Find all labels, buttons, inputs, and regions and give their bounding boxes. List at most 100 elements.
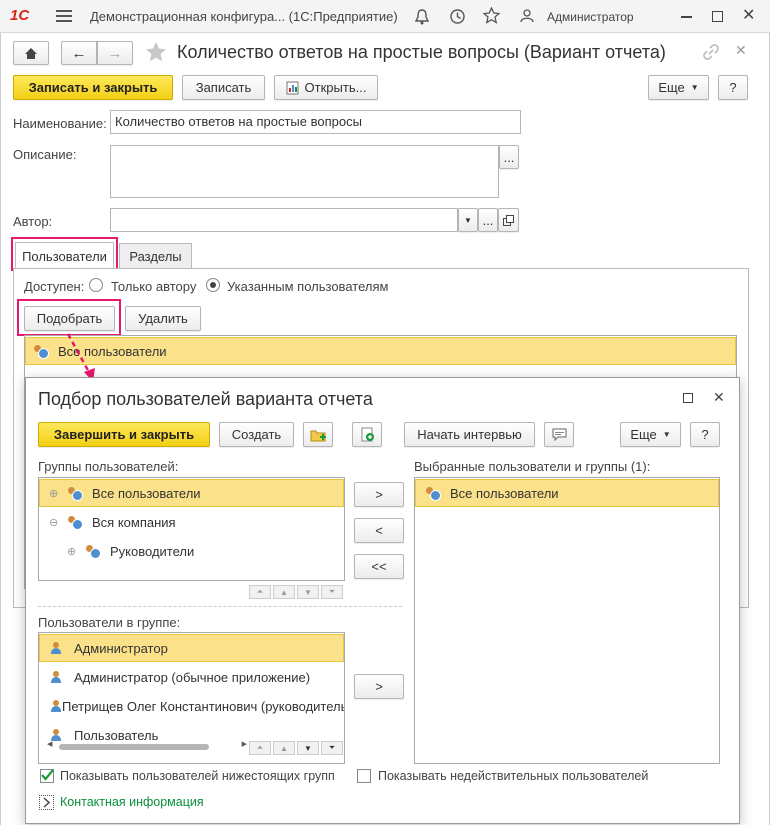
dialog-more-button[interactable]: Еще ▼ <box>620 422 681 447</box>
open-button[interactable]: Открыть... <box>274 75 378 100</box>
add-group-button[interactable]: > <box>354 482 404 507</box>
close-icon[interactable]: ✕ <box>742 8 755 24</box>
selected-list: Все пользователи <box>414 477 720 764</box>
save-and-close-button[interactable]: Записать и закрыть <box>13 75 173 100</box>
maximize-icon[interactable] <box>712 11 723 22</box>
title-bar: 1С Демонстрационная конфигура... (1С:Пре… <box>0 0 770 33</box>
description-edit-button[interactable]: ... <box>499 145 519 169</box>
dialog-help-button[interactable]: ? <box>690 422 720 447</box>
open-icon <box>503 214 514 226</box>
name-field[interactable]: Количество ответов на простые вопросы <box>110 110 521 134</box>
help-button[interactable]: ? <box>718 75 748 100</box>
remove-button[interactable]: < <box>354 518 404 543</box>
user-group-icon <box>68 516 83 530</box>
user-group-icon <box>426 487 441 501</box>
scroll-down-icon[interactable]: ▼ <box>297 585 319 599</box>
radio-specified-users[interactable] <box>206 278 220 292</box>
tree-item[interactable]: ⊕ Руководители <box>39 538 344 564</box>
scroll-up-icon[interactable]: ▲ <box>273 585 295 599</box>
favorite-star-icon[interactable] <box>145 41 167 66</box>
scroll-last-icon[interactable]: ⏷ <box>321 585 343 599</box>
folder-add-icon <box>310 430 326 441</box>
scroll-last-icon[interactable]: ⏷ <box>321 741 343 755</box>
scroll-down-icon[interactable]: ▼ <box>297 741 319 755</box>
minimize-icon[interactable] <box>681 16 692 18</box>
more-button-label: Еще <box>658 80 685 95</box>
back-button[interactable]: ← <box>61 41 97 65</box>
favorites-star-icon[interactable] <box>482 6 501 27</box>
horizontal-scrollbar[interactable]: ◀ ▶ <box>47 740 247 751</box>
list-item-label: Администратор <box>74 640 168 656</box>
author-field[interactable] <box>110 208 458 232</box>
link-icon[interactable] <box>703 44 719 63</box>
bell-icon[interactable] <box>414 8 430 28</box>
user-icon[interactable] <box>520 9 534 26</box>
radio-only-author-label[interactable]: Только автору <box>111 279 196 294</box>
tree-item[interactable]: ⊖ Вся компания <box>39 509 344 535</box>
author-select-button[interactable]: ... <box>478 208 498 232</box>
scroll-first-icon[interactable]: ⏶ <box>249 741 271 755</box>
list-item[interactable]: Все пользователи <box>25 337 736 365</box>
scroll-up-icon[interactable]: ▲ <box>273 741 295 755</box>
dropdown-arrow-icon: ▼ <box>662 430 671 439</box>
invalid-users-label[interactable]: Показывать недействительных пользователе… <box>378 769 648 783</box>
tree-item[interactable]: ⊕ Все пользователи <box>39 479 344 507</box>
dialog-close-icon[interactable]: ✕ <box>713 389 725 406</box>
menu-icon[interactable] <box>56 9 72 23</box>
description-field[interactable] <box>110 145 499 198</box>
app-logo: 1С <box>10 7 30 24</box>
save-button[interactable]: Записать <box>182 75 265 100</box>
user-group-icon <box>34 345 49 359</box>
home-button[interactable] <box>13 41 49 65</box>
form-close-icon[interactable]: ✕ <box>735 42 747 59</box>
dialog-more-button-label: Еще <box>630 427 657 442</box>
contact-info-link[interactable]: Контактная информация <box>60 795 204 809</box>
tab-sections[interactable]: Разделы <box>119 243 192 269</box>
forward-button[interactable]: → <box>97 41 133 65</box>
create-group-button[interactable] <box>303 422 333 447</box>
create-button[interactable]: Создать <box>219 422 294 447</box>
list-item[interactable]: Все пользователи <box>415 479 719 507</box>
dropdown-arrow-icon: ▼ <box>690 83 699 92</box>
history-icon[interactable] <box>449 8 466 28</box>
current-user[interactable]: Администратор <box>547 10 634 24</box>
tree-item-label: Все пользователи <box>92 485 201 501</box>
subordinate-groups-label[interactable]: Показывать пользователей нижестоящих гру… <box>60 769 335 783</box>
scroll-first-icon[interactable]: ⏶ <box>249 585 271 599</box>
remove-all-button[interactable]: << <box>354 554 404 579</box>
author-dropdown-button[interactable]: ▼ <box>458 208 478 232</box>
add-user-button[interactable]: > <box>354 674 404 699</box>
scrollbar-thumb[interactable] <box>59 744 209 750</box>
radio-only-author[interactable] <box>89 278 103 292</box>
list-item[interactable]: Администратор <box>39 634 344 662</box>
scroll-right-icon[interactable]: ▶ <box>242 740 247 748</box>
groups-label: Группы пользователей: <box>38 459 179 474</box>
comment-button[interactable] <box>544 422 574 447</box>
tab-users-highlight <box>11 237 118 271</box>
list-item[interactable]: Администратор (обычное приложение) <box>39 664 344 690</box>
collapse-icon[interactable]: ⊖ <box>49 516 61 529</box>
finish-and-close-button[interactable]: Завершить и закрыть <box>38 422 210 447</box>
list-item-label: Администратор (обычное приложение) <box>74 669 311 685</box>
list-item[interactable]: Петрищев Олег Константинович (руководите… <box>39 693 344 719</box>
report-icon <box>286 81 299 94</box>
delete-button[interactable]: Удалить <box>125 306 201 331</box>
home-icon <box>25 47 37 59</box>
user-icon <box>50 671 62 683</box>
scroll-left-icon[interactable]: ◀ <box>47 740 52 748</box>
selected-label: Выбранные пользователи и группы (1): <box>414 459 651 474</box>
dialog-maximize-icon[interactable] <box>683 393 693 403</box>
contact-info-toggle-icon[interactable] <box>39 795 54 810</box>
radio-specified-users-label[interactable]: Указанным пользователям <box>227 279 388 294</box>
start-interview-button[interactable]: Начать интервью <box>404 422 535 447</box>
list-item-label: Все пользователи <box>450 485 559 501</box>
author-open-button[interactable] <box>498 208 519 232</box>
more-button[interactable]: Еще ▼ <box>648 75 709 100</box>
invalid-users-checkbox[interactable] <box>357 769 371 783</box>
user-group-icon <box>86 545 101 559</box>
expand-icon[interactable]: ⊕ <box>67 545 79 558</box>
subordinate-groups-checkbox[interactable] <box>40 769 54 783</box>
window-title: Демонстрационная конфигура... (1С:Предпр… <box>90 9 398 24</box>
copy-button[interactable] <box>352 422 382 447</box>
expand-icon[interactable]: ⊕ <box>49 487 61 500</box>
